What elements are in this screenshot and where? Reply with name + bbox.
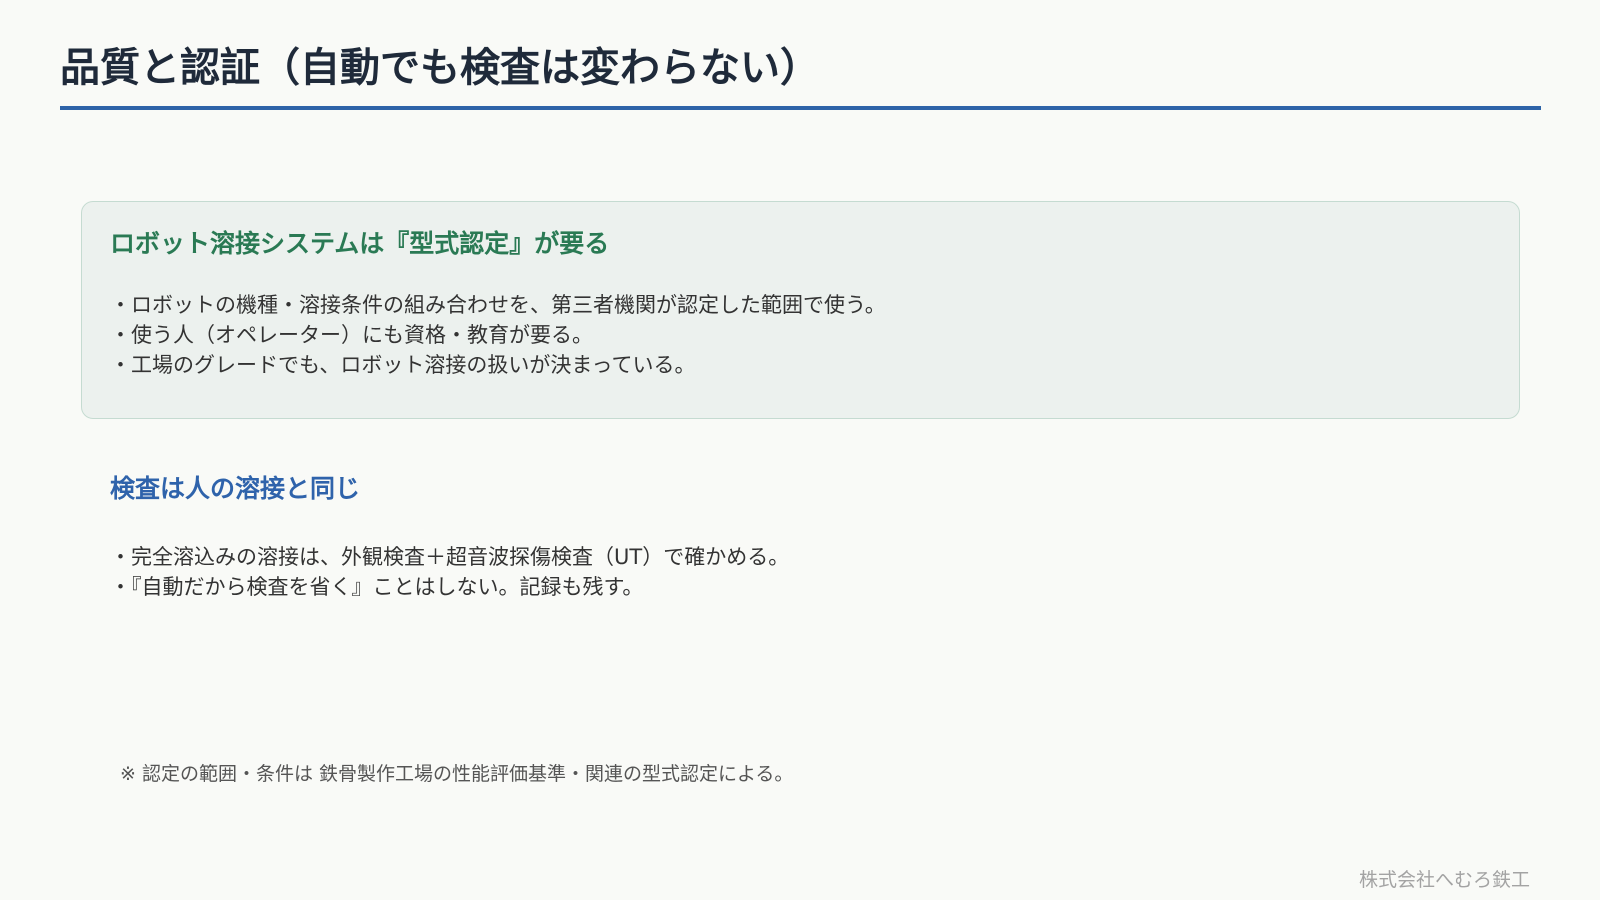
company-name: 株式会社へむろ鉄工 (1358, 869, 1530, 891)
footnote: ※ 認定の範囲・条件は 鉄骨製作工場の性能評価基準・関連の型式認定による。 (120, 763, 794, 785)
robot-certification-panel: ロボット溶接システムは『型式認定』が要る ・ロボットの機種・溶接条件の組み合わせ… (81, 201, 1520, 419)
list-item: ・工場のグレードでも、ロボット溶接の扱いが決まっている。 (110, 353, 696, 377)
list-item: ・使う人（オペレーター）にも資格・教育が要る。 (110, 323, 593, 347)
robot-certification-heading: ロボット溶接システムは『型式認定』が要る (110, 229, 610, 258)
slide-title: 品質と認証（自動でも検査は変わらない） (60, 45, 820, 91)
inspection-list: ・完全溶込みの溶接は、外観検査＋超音波探傷検査（UT）で確かめる。 ・『自動だか… (110, 542, 789, 602)
list-item: ・『自動だから検査を省く』ことはしない。記録も残す。 (110, 575, 644, 599)
inspection-heading: 検査は人の溶接と同じ (110, 474, 361, 503)
robot-certification-list: ・ロボットの機種・溶接条件の組み合わせを、第三者機関が認定した範囲で使う。 ・使… (110, 290, 886, 380)
title-underline (60, 106, 1541, 110)
list-item: ・完全溶込みの溶接は、外観検査＋超音波探傷検査（UT）で確かめる。 (110, 545, 790, 569)
list-item: ・ロボットの機種・溶接条件の組み合わせを、第三者機関が認定した範囲で使う。 (110, 293, 886, 317)
